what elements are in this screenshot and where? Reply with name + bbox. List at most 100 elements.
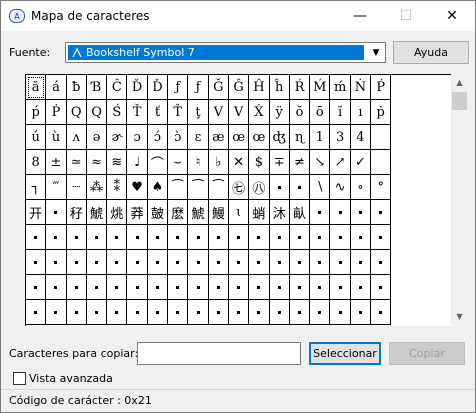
char-cell[interactable] bbox=[371, 125, 392, 150]
char-cell[interactable] bbox=[66, 225, 87, 250]
char-cell[interactable]: 皷 bbox=[147, 200, 169, 225]
char-cell[interactable]: 鰻 bbox=[208, 200, 229, 225]
char-cell[interactable] bbox=[46, 250, 67, 275]
char-cell[interactable]: ÿ bbox=[269, 100, 290, 125]
char-cell[interactable]: ù bbox=[46, 125, 67, 150]
char-cell[interactable] bbox=[188, 300, 209, 325]
char-cell[interactable] bbox=[269, 275, 290, 300]
char-cell[interactable] bbox=[107, 225, 128, 250]
char-cell[interactable]: Ĉ bbox=[107, 75, 128, 100]
char-cell[interactable]: Ś bbox=[107, 100, 128, 125]
char-cell[interactable]: ♭ bbox=[208, 150, 229, 175]
char-cell[interactable]: Ď bbox=[147, 75, 169, 100]
char-cell[interactable] bbox=[107, 275, 128, 300]
char-cell[interactable]: ‴ bbox=[46, 175, 67, 200]
char-cell[interactable] bbox=[66, 300, 87, 325]
font-dropdown[interactable]: Bookshelf Symbol 7 ▼ bbox=[65, 42, 386, 63]
char-cell[interactable] bbox=[26, 275, 47, 300]
char-cell[interactable]: ㊆ bbox=[228, 175, 250, 200]
char-cell[interactable] bbox=[46, 225, 67, 250]
char-cell[interactable] bbox=[310, 225, 331, 250]
char-cell[interactable]: $ bbox=[249, 150, 270, 175]
char-cell[interactable] bbox=[147, 275, 169, 300]
char-cell[interactable]: ↘ bbox=[310, 150, 331, 175]
char-cell[interactable] bbox=[147, 250, 169, 275]
char-cell[interactable] bbox=[127, 275, 148, 300]
char-cell[interactable]: ɳ bbox=[289, 125, 311, 150]
char-cell[interactable]: ţ bbox=[188, 100, 209, 125]
char-cell[interactable]: 鯱 bbox=[188, 200, 209, 225]
char-cell[interactable]: V bbox=[228, 100, 250, 125]
char-cell[interactable] bbox=[350, 275, 372, 300]
char-cell[interactable] bbox=[86, 300, 108, 325]
char-cell[interactable] bbox=[168, 275, 189, 300]
char-cell[interactable] bbox=[46, 275, 67, 300]
char-cell[interactable]: ㊇ bbox=[249, 175, 270, 200]
char-cell[interactable]: Ṅ bbox=[350, 75, 372, 100]
char-cell[interactable]: ↗ bbox=[330, 150, 351, 175]
char-cell[interactable]: ≠ bbox=[289, 150, 311, 175]
char-cell[interactable] bbox=[289, 175, 311, 200]
char-cell[interactable] bbox=[371, 225, 392, 250]
char-cell[interactable] bbox=[168, 250, 189, 275]
char-cell[interactable] bbox=[228, 250, 250, 275]
char-cell[interactable]: ɔ̀ bbox=[168, 125, 189, 150]
char-cell[interactable]: Ť bbox=[168, 100, 189, 125]
char-cell[interactable]: 1 bbox=[310, 125, 331, 150]
char-cell[interactable] bbox=[350, 225, 372, 250]
char-cell[interactable] bbox=[208, 225, 229, 250]
char-cell[interactable] bbox=[147, 225, 169, 250]
scroll-down-icon[interactable]: ▼ bbox=[451, 308, 468, 325]
minimize-button[interactable]: — bbox=[337, 1, 383, 31]
char-cell[interactable] bbox=[86, 250, 108, 275]
char-cell[interactable]: ≃ bbox=[66, 150, 87, 175]
scroll-thumb[interactable] bbox=[452, 92, 467, 110]
advanced-view-checkbox[interactable] bbox=[13, 372, 26, 385]
copy-button[interactable]: Copiar bbox=[389, 342, 465, 365]
char-cell[interactable] bbox=[127, 225, 148, 250]
char-cell[interactable]: ƀ bbox=[66, 75, 87, 100]
char-cell[interactable] bbox=[249, 250, 270, 275]
char-cell[interactable] bbox=[66, 250, 87, 275]
char-cell[interactable] bbox=[330, 200, 351, 225]
scroll-up-icon[interactable]: ▲ bbox=[451, 74, 468, 91]
char-cell[interactable]: 蛸 bbox=[249, 200, 270, 225]
char-cell[interactable]: Ḿ bbox=[310, 75, 331, 100]
char-cell[interactable]: ō bbox=[310, 100, 331, 125]
char-cell[interactable]: 畒 bbox=[289, 200, 311, 225]
char-cell[interactable]: 3 bbox=[330, 125, 351, 150]
close-button[interactable]: ✕ bbox=[429, 1, 475, 31]
char-cell[interactable]: 开 bbox=[26, 200, 47, 225]
char-cell[interactable]: 麽 bbox=[168, 200, 189, 225]
char-cell[interactable]: ṕ bbox=[26, 100, 47, 125]
char-cell[interactable]: ɔ́ bbox=[147, 125, 169, 150]
char-cell[interactable]: Ğ bbox=[208, 75, 229, 100]
char-cell[interactable] bbox=[371, 250, 392, 275]
maximize-button[interactable]: ☐ bbox=[383, 1, 429, 31]
char-cell[interactable] bbox=[371, 150, 392, 175]
char-cell[interactable] bbox=[46, 200, 67, 225]
char-cell[interactable] bbox=[269, 250, 290, 275]
char-cell[interactable] bbox=[86, 225, 108, 250]
resize-grip-icon[interactable]: ⋰ bbox=[9, 394, 472, 409]
char-cell[interactable] bbox=[168, 300, 189, 325]
char-cell[interactable]: ḿ bbox=[330, 75, 351, 100]
char-cell[interactable]: ɛ bbox=[188, 125, 209, 150]
chevron-down-icon[interactable]: ▼ bbox=[369, 45, 383, 60]
char-cell[interactable]: ı bbox=[350, 100, 372, 125]
char-cell[interactable] bbox=[147, 300, 169, 325]
select-button[interactable]: Seleccionar bbox=[309, 342, 381, 365]
char-cell[interactable]: ⁀ bbox=[188, 175, 209, 200]
char-cell[interactable]: ┐ bbox=[26, 175, 47, 200]
char-cell[interactable] bbox=[26, 225, 47, 250]
char-cell[interactable] bbox=[269, 225, 290, 250]
char-cell[interactable]: ú bbox=[26, 125, 47, 150]
char-cell[interactable]: ⁂ bbox=[86, 175, 108, 200]
char-cell[interactable]: ⁀ bbox=[208, 175, 229, 200]
char-cell[interactable]: 莽 bbox=[127, 200, 148, 225]
char-cell[interactable]: Ť bbox=[127, 100, 148, 125]
char-cell[interactable] bbox=[208, 300, 229, 325]
char-cell[interactable]: Q bbox=[86, 100, 108, 125]
char-cell[interactable]: 秄 bbox=[66, 200, 87, 225]
char-cell[interactable] bbox=[188, 225, 209, 250]
